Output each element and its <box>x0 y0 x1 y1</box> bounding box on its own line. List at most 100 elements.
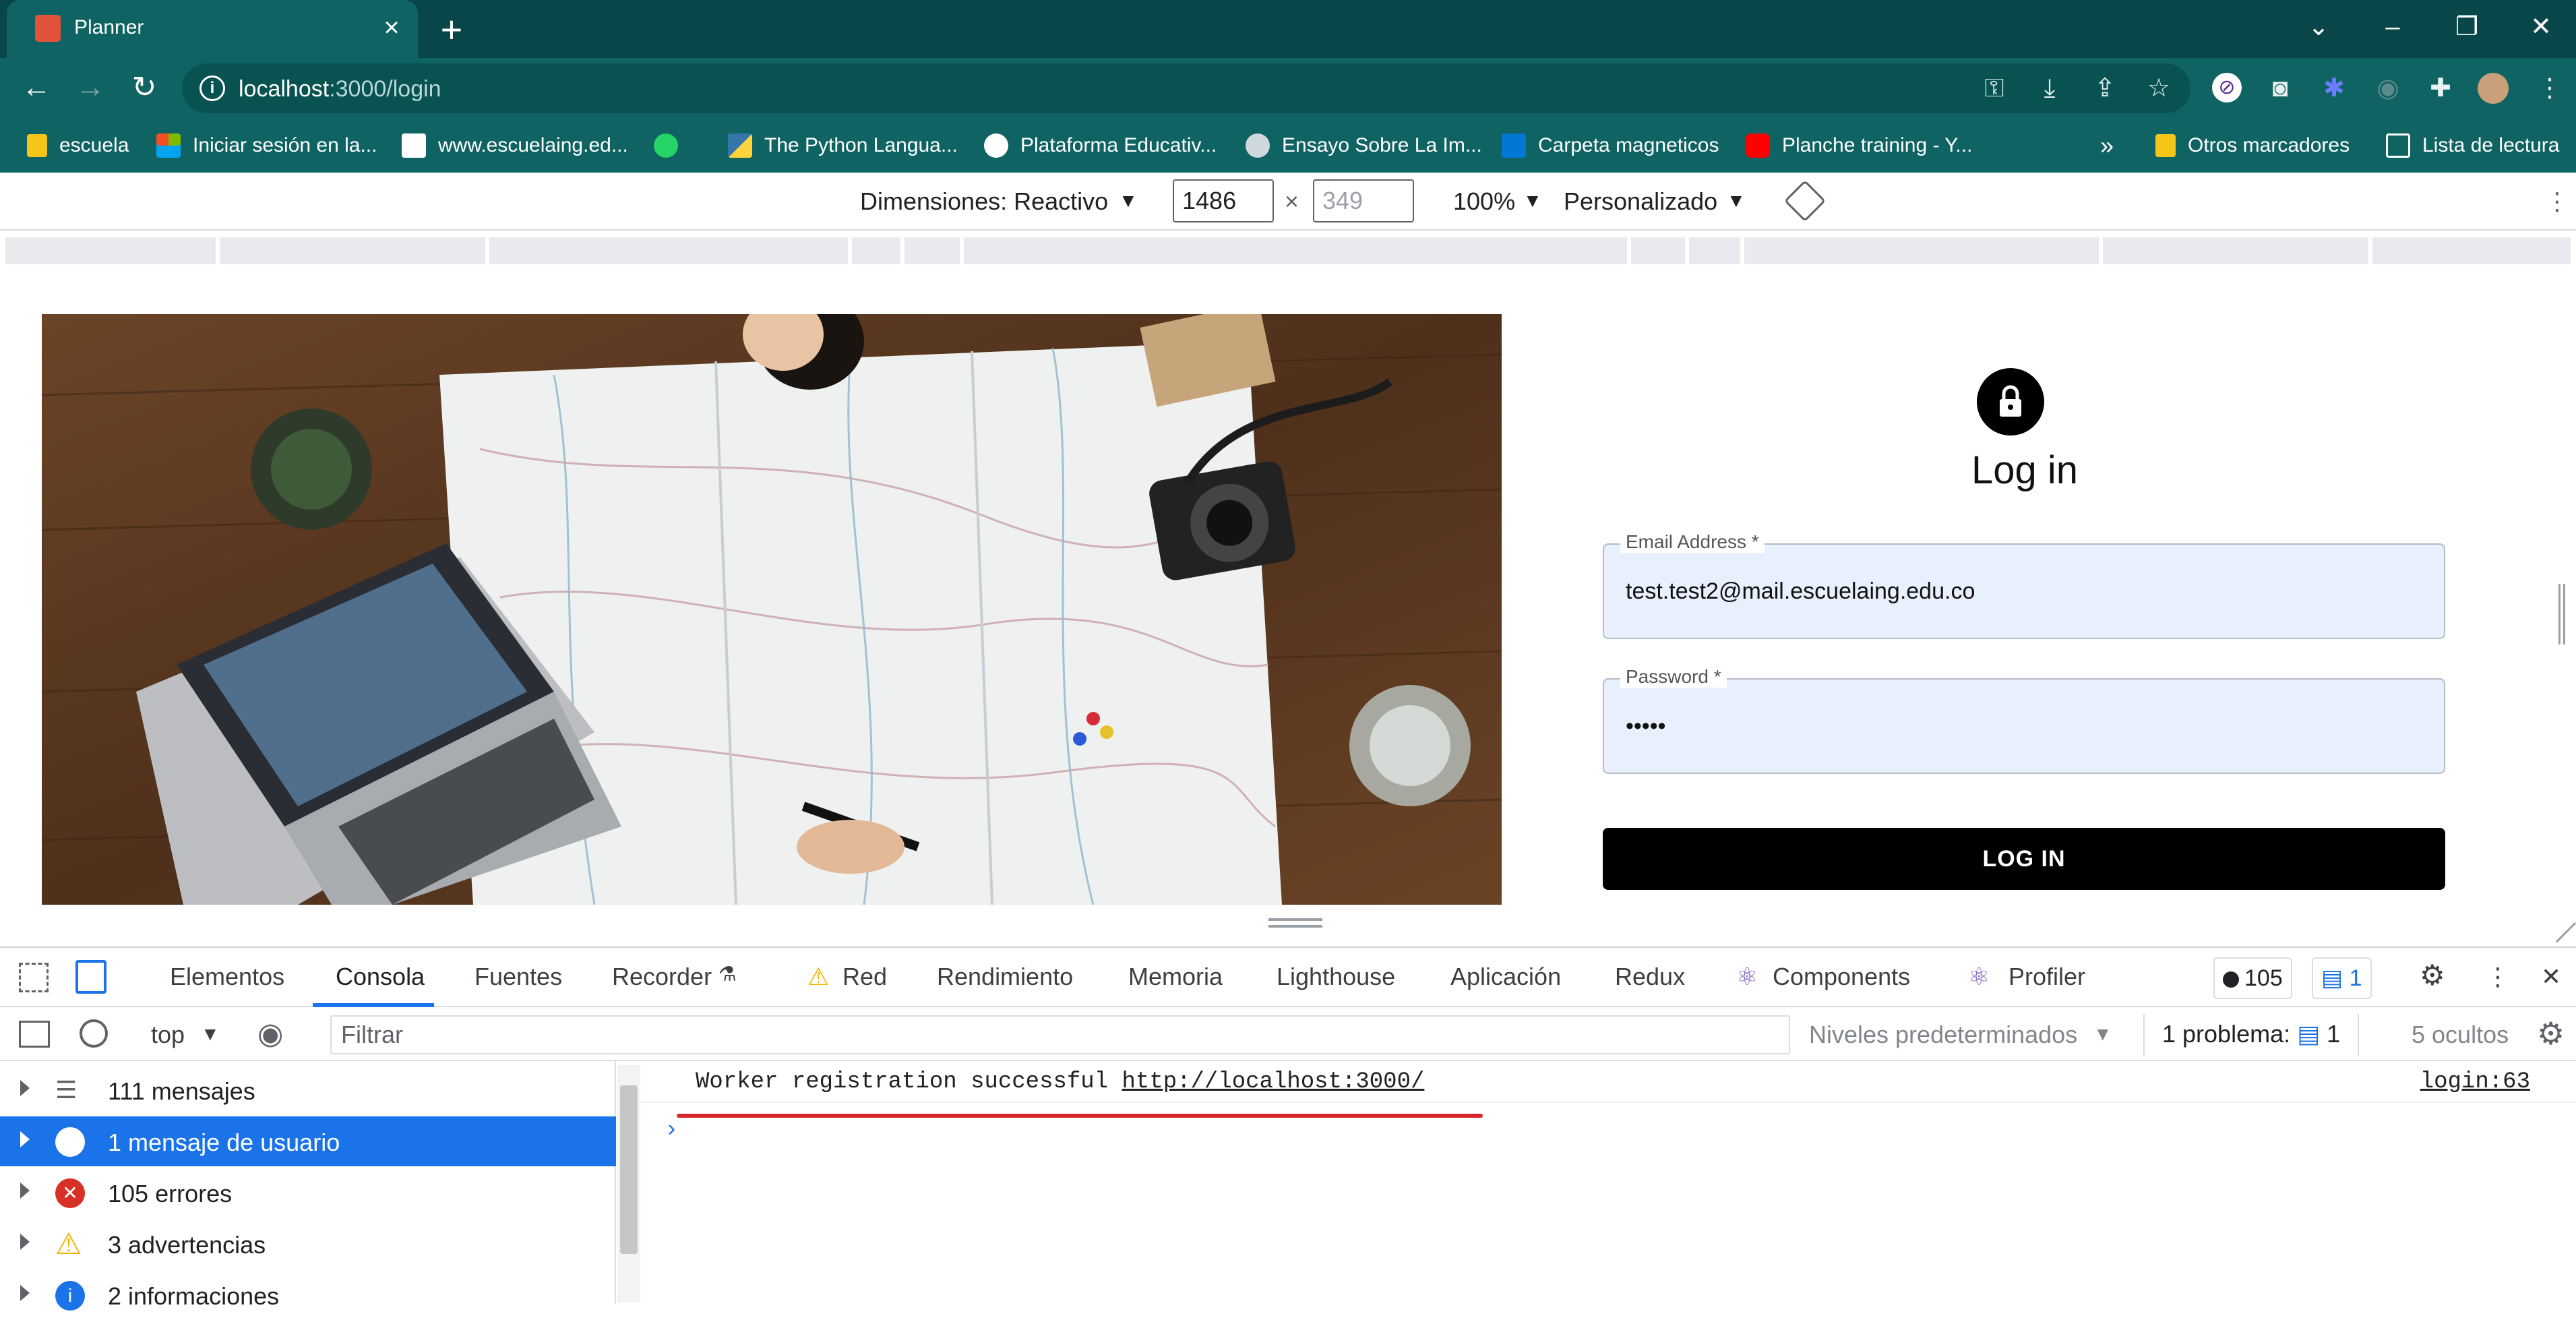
expand-arrow-icon[interactable] <box>20 1234 30 1250</box>
tab-lighthouse[interactable]: Lighthouse <box>1277 963 1395 991</box>
console-prompt[interactable]: › <box>665 1118 678 1143</box>
sidebar-scrollbar[interactable] <box>617 1065 640 1302</box>
password-value[interactable]: ••••• <box>1626 713 1666 740</box>
browser-tab[interactable]: Planner × <box>7 0 418 58</box>
console-settings-icon[interactable]: ⚙ <box>2537 1015 2565 1052</box>
clear-console-icon[interactable] <box>80 1019 108 1048</box>
chevron-down-icon: ▼ <box>201 1023 220 1044</box>
bookmark-carpeta[interactable]: Carpeta magneticos <box>1502 129 1719 162</box>
error-count-badge[interactable]: 105 <box>2213 957 2292 999</box>
bookmark-whatsapp[interactable] <box>654 129 690 162</box>
key-icon[interactable]: ⚿ <box>1979 73 2010 104</box>
live-expression-eye-icon[interactable]: ◉ <box>257 1017 283 1051</box>
sidebar-item-warnings[interactable]: ⚠ 3 advertencias <box>0 1219 616 1269</box>
email-field[interactable]: Email Address * test.test2@mail.escuelai… <box>1603 531 2445 639</box>
bookmark-ensayo[interactable]: Ensayo Sobre La Im... <box>1246 129 1482 162</box>
page-icon <box>402 133 426 158</box>
throttle-select[interactable]: Personalizado <box>1564 187 1717 216</box>
bookmark-planche[interactable]: Planche training - Y... <box>1746 129 1972 162</box>
eye-extension-icon[interactable]: ◉ <box>2372 73 2403 104</box>
bookmark-python[interactable]: The Python Langua... <box>728 129 958 162</box>
browser-menu-icon[interactable]: ⋮ <box>2534 73 2565 104</box>
tab-components[interactable]: Components <box>1773 963 1910 991</box>
tab-memoria[interactable]: Memoria <box>1128 963 1223 991</box>
tab-elementos[interactable]: Elementos <box>170 963 284 991</box>
problems-button[interactable]: 1 problema: ▤ 1 <box>2143 1014 2360 1056</box>
react-extension-icon[interactable]: ✱ <box>2319 73 2350 104</box>
sidebar-toggle-icon[interactable] <box>19 1021 50 1048</box>
filter-input[interactable]: Filtrar <box>330 1015 1790 1054</box>
bookmark-plataforma[interactable]: Plataforma Educativ... <box>984 129 1217 162</box>
close-devtools-icon[interactable]: ✕ <box>2541 963 2561 991</box>
tab-fuentes[interactable]: Fuentes <box>474 963 562 991</box>
expand-arrow-icon[interactable] <box>20 1182 30 1199</box>
context-select[interactable]: top <box>151 1021 185 1049</box>
levels-select[interactable]: Niveles predeterminados <box>1809 1021 2077 1049</box>
log-source-link[interactable]: login:63 <box>2420 1069 2530 1095</box>
whatsapp-icon <box>654 133 678 158</box>
close-tab-icon[interactable]: × <box>375 11 408 44</box>
viewport-resize-handle[interactable] <box>1268 918 1322 934</box>
extension-block-icon[interactable]: ⊘ <box>2212 73 2242 102</box>
reload-icon[interactable]: ↻ <box>124 67 164 108</box>
bookmark-otros[interactable]: Otros marcadores <box>2155 129 2350 162</box>
tab-aplicacion[interactable]: Aplicación <box>1450 963 1561 991</box>
site-info-icon[interactable]: i <box>200 76 225 101</box>
sidebar-item-user-messages[interactable]: 1 mensaje de usuario <box>0 1116 616 1166</box>
bookmark-lista-lectura[interactable]: Lista de lectura <box>2386 129 2559 162</box>
tab-rendimiento[interactable]: Rendimiento <box>937 963 1073 991</box>
sidebar-item-errors[interactable]: ✕ 105 errores <box>0 1168 616 1218</box>
tab-redux[interactable]: Redux <box>1615 963 1685 991</box>
expand-arrow-icon[interactable] <box>20 1131 30 1147</box>
bookmark-escuelaing[interactable]: www.escuelaing.ed... <box>402 129 628 162</box>
install-icon[interactable]: ⤓ <box>2034 73 2065 104</box>
media-query-bar[interactable] <box>0 231 2576 270</box>
extensions-puzzle-icon[interactable]: ✚ <box>2425 73 2456 104</box>
scrollbar-thumb[interactable] <box>620 1085 638 1254</box>
error-dot-icon <box>2223 971 2239 988</box>
password-field[interactable]: Password * ••••• <box>1603 666 2445 774</box>
new-tab-button[interactable]: + <box>431 9 472 50</box>
viewport-width-input[interactable]: 1486 <box>1173 179 1274 222</box>
profile-avatar[interactable] <box>2478 73 2509 104</box>
zoom-select[interactable]: 100% <box>1453 187 1515 216</box>
device-toolbar-toggle-icon[interactable] <box>75 960 106 994</box>
settings-icon[interactable]: ⚙ <box>2420 959 2445 992</box>
issues-badge[interactable]: ▤ 1 <box>2312 957 2372 999</box>
address-bar[interactable]: i localhost:3000/login ⚿ ⤓ ⇪ ☆ <box>182 63 2190 113</box>
minimize-icon[interactable]: – <box>2359 7 2426 47</box>
rotate-icon[interactable] <box>1783 179 1827 222</box>
forward-icon[interactable]: → <box>70 67 111 108</box>
log-link[interactable]: http://localhost:3000/ <box>1122 1069 1425 1095</box>
more-bookmarks-button[interactable]: » <box>2100 129 2114 162</box>
bookmark-escuela[interactable]: escuela <box>27 129 129 162</box>
bookmark-iniciar-sesion[interactable]: Iniciar sesión en la... <box>156 129 377 162</box>
restore-icon[interactable]: ❐ <box>2433 7 2501 47</box>
tab-profiler[interactable]: Profiler <box>2008 963 2085 991</box>
share-icon[interactable]: ⇪ <box>2089 73 2120 104</box>
camera-extension-icon[interactable]: ◙ <box>2265 73 2296 104</box>
email-value[interactable]: test.test2@mail.escuelaing.edu.co <box>1626 578 1975 605</box>
tab-recorder[interactable]: Recorder <box>612 963 712 991</box>
close-window-icon[interactable]: ✕ <box>2507 7 2575 47</box>
login-button[interactable]: LOG IN <box>1603 828 2445 890</box>
back-icon[interactable]: ← <box>16 67 57 108</box>
bookmark-star-icon[interactable]: ☆ <box>2143 73 2174 104</box>
viewport-height-input[interactable]: 349 <box>1313 179 1414 222</box>
expand-arrow-icon[interactable] <box>20 1285 30 1301</box>
tab-red[interactable]: Red <box>842 963 887 991</box>
tab-search-icon[interactable]: ⌄ <box>2285 7 2352 47</box>
expand-arrow-icon[interactable] <box>20 1080 30 1096</box>
more-tools-icon[interactable]: ⋮ <box>2486 963 2510 991</box>
bookmarks-bar: escuela Iniciar sesión en la... www.escu… <box>0 119 2576 173</box>
inspect-element-icon[interactable] <box>19 963 49 992</box>
dimensions-select[interactable]: Dimensiones: Reactivo <box>860 187 1108 216</box>
sidebar-item-messages[interactable]: ☰ 111 mensajes <box>0 1065 616 1115</box>
more-options-icon[interactable]: ⋮ <box>2545 187 2569 216</box>
corner-resize-icon[interactable] <box>2538 904 2576 943</box>
sidebar-item-info[interactable]: i 2 informaciones <box>0 1270 616 1320</box>
viewport-side-handle[interactable] <box>2558 584 2565 644</box>
devtools-tabbar: Elementos Consola Fuentes Recorder ⚗ ⚠ R… <box>0 948 2576 1007</box>
url-text[interactable]: localhost:3000/login <box>239 76 441 102</box>
tab-consola[interactable]: Consola <box>336 963 425 991</box>
